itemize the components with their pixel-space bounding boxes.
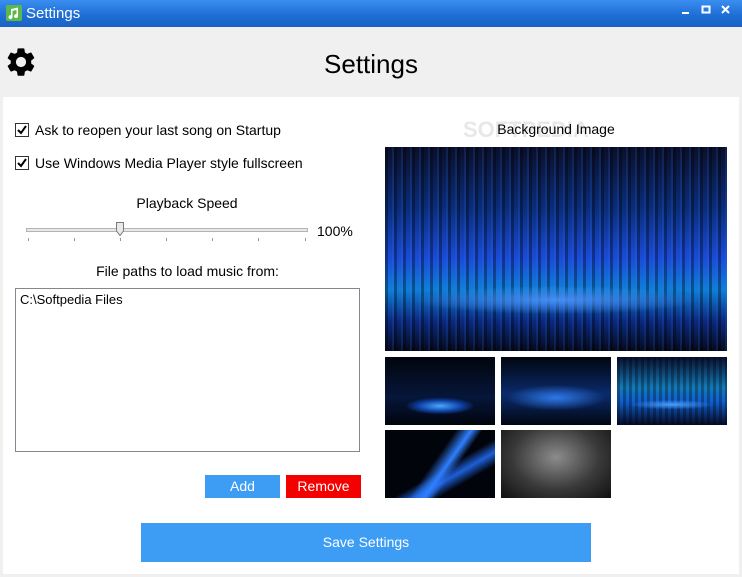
- add-button[interactable]: Add: [205, 475, 280, 498]
- background-thumbnail-4[interactable]: [385, 430, 495, 498]
- background-preview[interactable]: [385, 147, 727, 351]
- fullscreen-checkbox[interactable]: [15, 156, 29, 170]
- maximize-button[interactable]: [696, 5, 716, 21]
- page-title: Settings: [324, 49, 418, 79]
- background-thumbnail-1[interactable]: [385, 357, 495, 425]
- slider-tick: [305, 238, 306, 241]
- close-button[interactable]: [716, 5, 736, 21]
- title-bar: Settings: [0, 0, 742, 27]
- list-item[interactable]: C:\Softpedia Files: [20, 292, 355, 307]
- slider-tick: [166, 238, 167, 241]
- slider-thumb[interactable]: [116, 222, 124, 236]
- maximize-icon: [701, 5, 711, 14]
- fullscreen-option[interactable]: Use Windows Media Player style fullscree…: [15, 155, 303, 171]
- background-thumbnail-2[interactable]: [501, 357, 611, 425]
- header: Settings: [0, 27, 742, 97]
- slider-tick: [74, 238, 75, 241]
- settings-panel: Ask to reopen your last song on Startup …: [3, 97, 739, 574]
- background-thumbnail-3[interactable]: [617, 357, 727, 425]
- minimize-icon: [682, 12, 689, 14]
- save-settings-button[interactable]: Save Settings: [141, 523, 591, 562]
- playback-speed-label: Playback Speed: [136, 195, 238, 211]
- minimize-button[interactable]: [676, 5, 696, 21]
- slider-tick: [258, 238, 259, 241]
- slider-tick: [120, 238, 121, 241]
- reopen-option[interactable]: Ask to reopen your last song on Startup: [15, 122, 281, 138]
- checkmark-icon: [17, 125, 27, 135]
- playback-speed-slider[interactable]: [26, 228, 308, 232]
- reopen-checkbox[interactable]: [15, 123, 29, 137]
- playback-speed-value: 100%: [317, 223, 353, 239]
- file-paths-label: File paths to load music from:: [96, 263, 279, 279]
- slider-tick: [212, 238, 213, 241]
- reopen-label: Ask to reopen your last song on Startup: [35, 122, 281, 138]
- close-icon: [721, 5, 730, 14]
- file-paths-list[interactable]: C:\Softpedia Files: [15, 288, 360, 452]
- settings-window: Settings Settings Ask to reopen your las…: [0, 0, 742, 577]
- background-thumbnail-5[interactable]: [501, 430, 611, 498]
- slider-tick: [28, 238, 29, 241]
- background-image-label: Background Image: [497, 121, 615, 137]
- music-note-icon: [6, 5, 22, 21]
- fullscreen-label: Use Windows Media Player style fullscree…: [35, 155, 303, 171]
- window-title: Settings: [26, 5, 81, 22]
- remove-button[interactable]: Remove: [286, 475, 361, 498]
- checkmark-icon: [17, 158, 27, 168]
